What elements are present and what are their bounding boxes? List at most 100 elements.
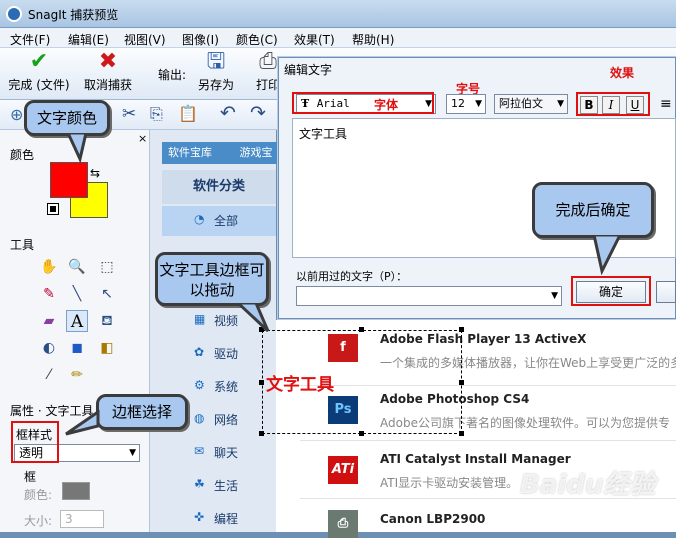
system-icon: ⚙ xyxy=(194,378,205,392)
selection-rect-icon[interactable]: ⬚ xyxy=(96,256,118,278)
menu-view[interactable]: 视图(V) xyxy=(124,31,166,48)
save-as-button[interactable]: 🖫 另存为 xyxy=(194,50,238,93)
stamp-icon[interactable]: ⛾ xyxy=(96,310,118,332)
callout-pointer xyxy=(592,235,622,275)
redo-icon[interactable]: ↷ xyxy=(250,102,266,124)
cancel-button-partial[interactable] xyxy=(656,281,676,303)
eraser-icon[interactable]: ◧ xyxy=(96,337,118,359)
line-icon[interactable]: ╲ xyxy=(66,283,88,305)
font-size-combo[interactable]: 12 ▼ xyxy=(446,94,486,114)
pencil-icon[interactable]: ✏ xyxy=(66,364,88,386)
video-icon: ▦ xyxy=(194,312,206,326)
menu-bar: 文件(F) 编辑(E) 视图(V) 图像(I) 颜色(C) 效果(T) 帮助(H… xyxy=(0,28,676,48)
arrow-icon[interactable]: ↖ xyxy=(96,283,118,305)
copy-icon[interactable]: ⎘ xyxy=(150,104,163,124)
output-label: 输出: xyxy=(158,68,187,82)
panel-close-icon[interactable]: × xyxy=(138,132,147,145)
pen-icon[interactable]: ✎ xyxy=(38,283,60,305)
callout-frame-select: 边框选择 xyxy=(96,394,188,430)
category-chat[interactable]: 聊天 xyxy=(214,444,238,461)
paste-icon[interactable]: 📋 xyxy=(178,104,198,123)
finish-button[interactable]: ✔ 完成 (文件) xyxy=(6,50,72,93)
zoom-icon[interactable]: ⊕ xyxy=(10,105,23,124)
highlighter-icon[interactable]: ▰ xyxy=(38,310,60,332)
category-network[interactable]: 网络 xyxy=(214,411,238,428)
script-combo[interactable]: 阿拉伯文 ▼ xyxy=(494,94,568,114)
category-coding[interactable]: 编程 xyxy=(214,510,238,527)
all-icon: ◔ xyxy=(194,212,205,226)
resize-handle[interactable] xyxy=(459,327,464,332)
chevron-down-icon: ▼ xyxy=(557,99,564,109)
ati-icon: ATi xyxy=(328,456,358,484)
cut-icon[interactable]: ✂ xyxy=(122,104,136,124)
chevron-down-icon: ▼ xyxy=(129,448,136,458)
dialog-title: 编辑文字 xyxy=(284,63,333,77)
cancel-capture-button[interactable]: ✖ 取消捕获 xyxy=(80,50,136,93)
frame-color-swatch[interactable] xyxy=(62,482,90,500)
printer-icon: ⎙ xyxy=(259,50,277,74)
swap-colors-icon[interactable]: ⇆ xyxy=(90,166,100,180)
magnifier-icon[interactable]: 🔍 xyxy=(66,256,88,278)
callout-text-color: 文字颜色 xyxy=(24,100,110,136)
size-label: 大小: xyxy=(24,514,53,528)
align-icon[interactable]: ≡ xyxy=(660,96,672,112)
network-icon: ◍ xyxy=(194,411,205,425)
title-bar: SnagIt 捕获预览 xyxy=(0,0,676,28)
text-tool-icon[interactable]: A xyxy=(66,310,88,332)
print-button[interactable]: ⎙ 打印 xyxy=(256,50,280,93)
chat-icon: ✉ xyxy=(194,444,205,458)
software-name[interactable]: Canon LBP2900 xyxy=(380,512,485,526)
eyedropper-icon[interactable]: ⁄ xyxy=(38,364,60,386)
checkmark-icon: ✔ xyxy=(29,49,49,74)
callout-confirm: 完成后确定 xyxy=(532,182,654,238)
category-all[interactable]: 全部 xyxy=(214,212,238,229)
resize-handle[interactable] xyxy=(259,380,264,385)
foreground-color-swatch[interactable] xyxy=(50,162,88,198)
history-combo[interactable]: ▼ xyxy=(296,286,562,306)
menu-color[interactable]: 颜色(C) xyxy=(236,31,278,48)
size-stepper[interactable]: 3 xyxy=(60,510,104,528)
resize-handle[interactable] xyxy=(259,431,264,436)
frame-label: 框 xyxy=(24,470,37,484)
close-icon: ✖ xyxy=(98,49,118,74)
effect-highlight xyxy=(576,92,650,116)
frame-style-highlight xyxy=(11,421,59,463)
library-tab-bar: 软件宝库 游戏宝 xyxy=(162,142,282,164)
resize-handle[interactable] xyxy=(359,431,364,436)
menu-image[interactable]: 图像(I) xyxy=(182,31,219,48)
menu-effect[interactable]: 效果(T) xyxy=(294,31,335,48)
row-divider xyxy=(300,440,676,441)
category-heading: 软件分类 xyxy=(162,170,276,204)
life-icon: ☘ xyxy=(194,477,205,491)
watermark: Baidu经验 xyxy=(520,470,656,500)
menu-file[interactable]: 文件(F) xyxy=(10,31,50,48)
menu-edit[interactable]: 编辑(E) xyxy=(68,31,109,48)
resize-handle[interactable] xyxy=(459,380,464,385)
snagit-app-icon xyxy=(6,6,22,22)
color-section-label: 颜色 xyxy=(10,148,35,162)
shape-icon[interactable]: ◼ xyxy=(66,337,88,359)
menu-help[interactable]: 帮助(H) xyxy=(352,31,394,48)
category-system[interactable]: 系统 xyxy=(214,378,238,395)
category-life[interactable]: 生活 xyxy=(214,477,238,494)
resize-handle[interactable] xyxy=(359,327,364,332)
category-driver[interactable]: 驱动 xyxy=(214,345,238,362)
window-title: SnagIt 捕获预览 xyxy=(28,8,119,22)
resize-handle[interactable] xyxy=(459,431,464,436)
effect-annotation: 效果 xyxy=(610,66,635,80)
driver-icon: ✿ xyxy=(194,345,205,359)
ok-highlight xyxy=(571,276,651,306)
tab-library[interactable]: 软件宝库 xyxy=(168,146,212,159)
fill-icon[interactable]: ◐ xyxy=(38,337,60,359)
chevron-down-icon: ▼ xyxy=(551,291,558,301)
category-video[interactable]: 视频 xyxy=(214,312,238,329)
undo-icon[interactable]: ↶ xyxy=(220,102,236,124)
callout-pointer xyxy=(66,133,88,163)
font-highlight xyxy=(292,92,434,114)
frame-color-label: 颜色: xyxy=(24,488,53,502)
tab-games[interactable]: 游戏宝 xyxy=(240,146,273,159)
floppy-icon: 🖫 xyxy=(206,49,226,74)
hand-icon[interactable]: ✋ xyxy=(38,256,60,278)
canvas-text[interactable]: 文字工具 xyxy=(266,370,334,395)
default-colors-icon[interactable] xyxy=(47,203,59,215)
